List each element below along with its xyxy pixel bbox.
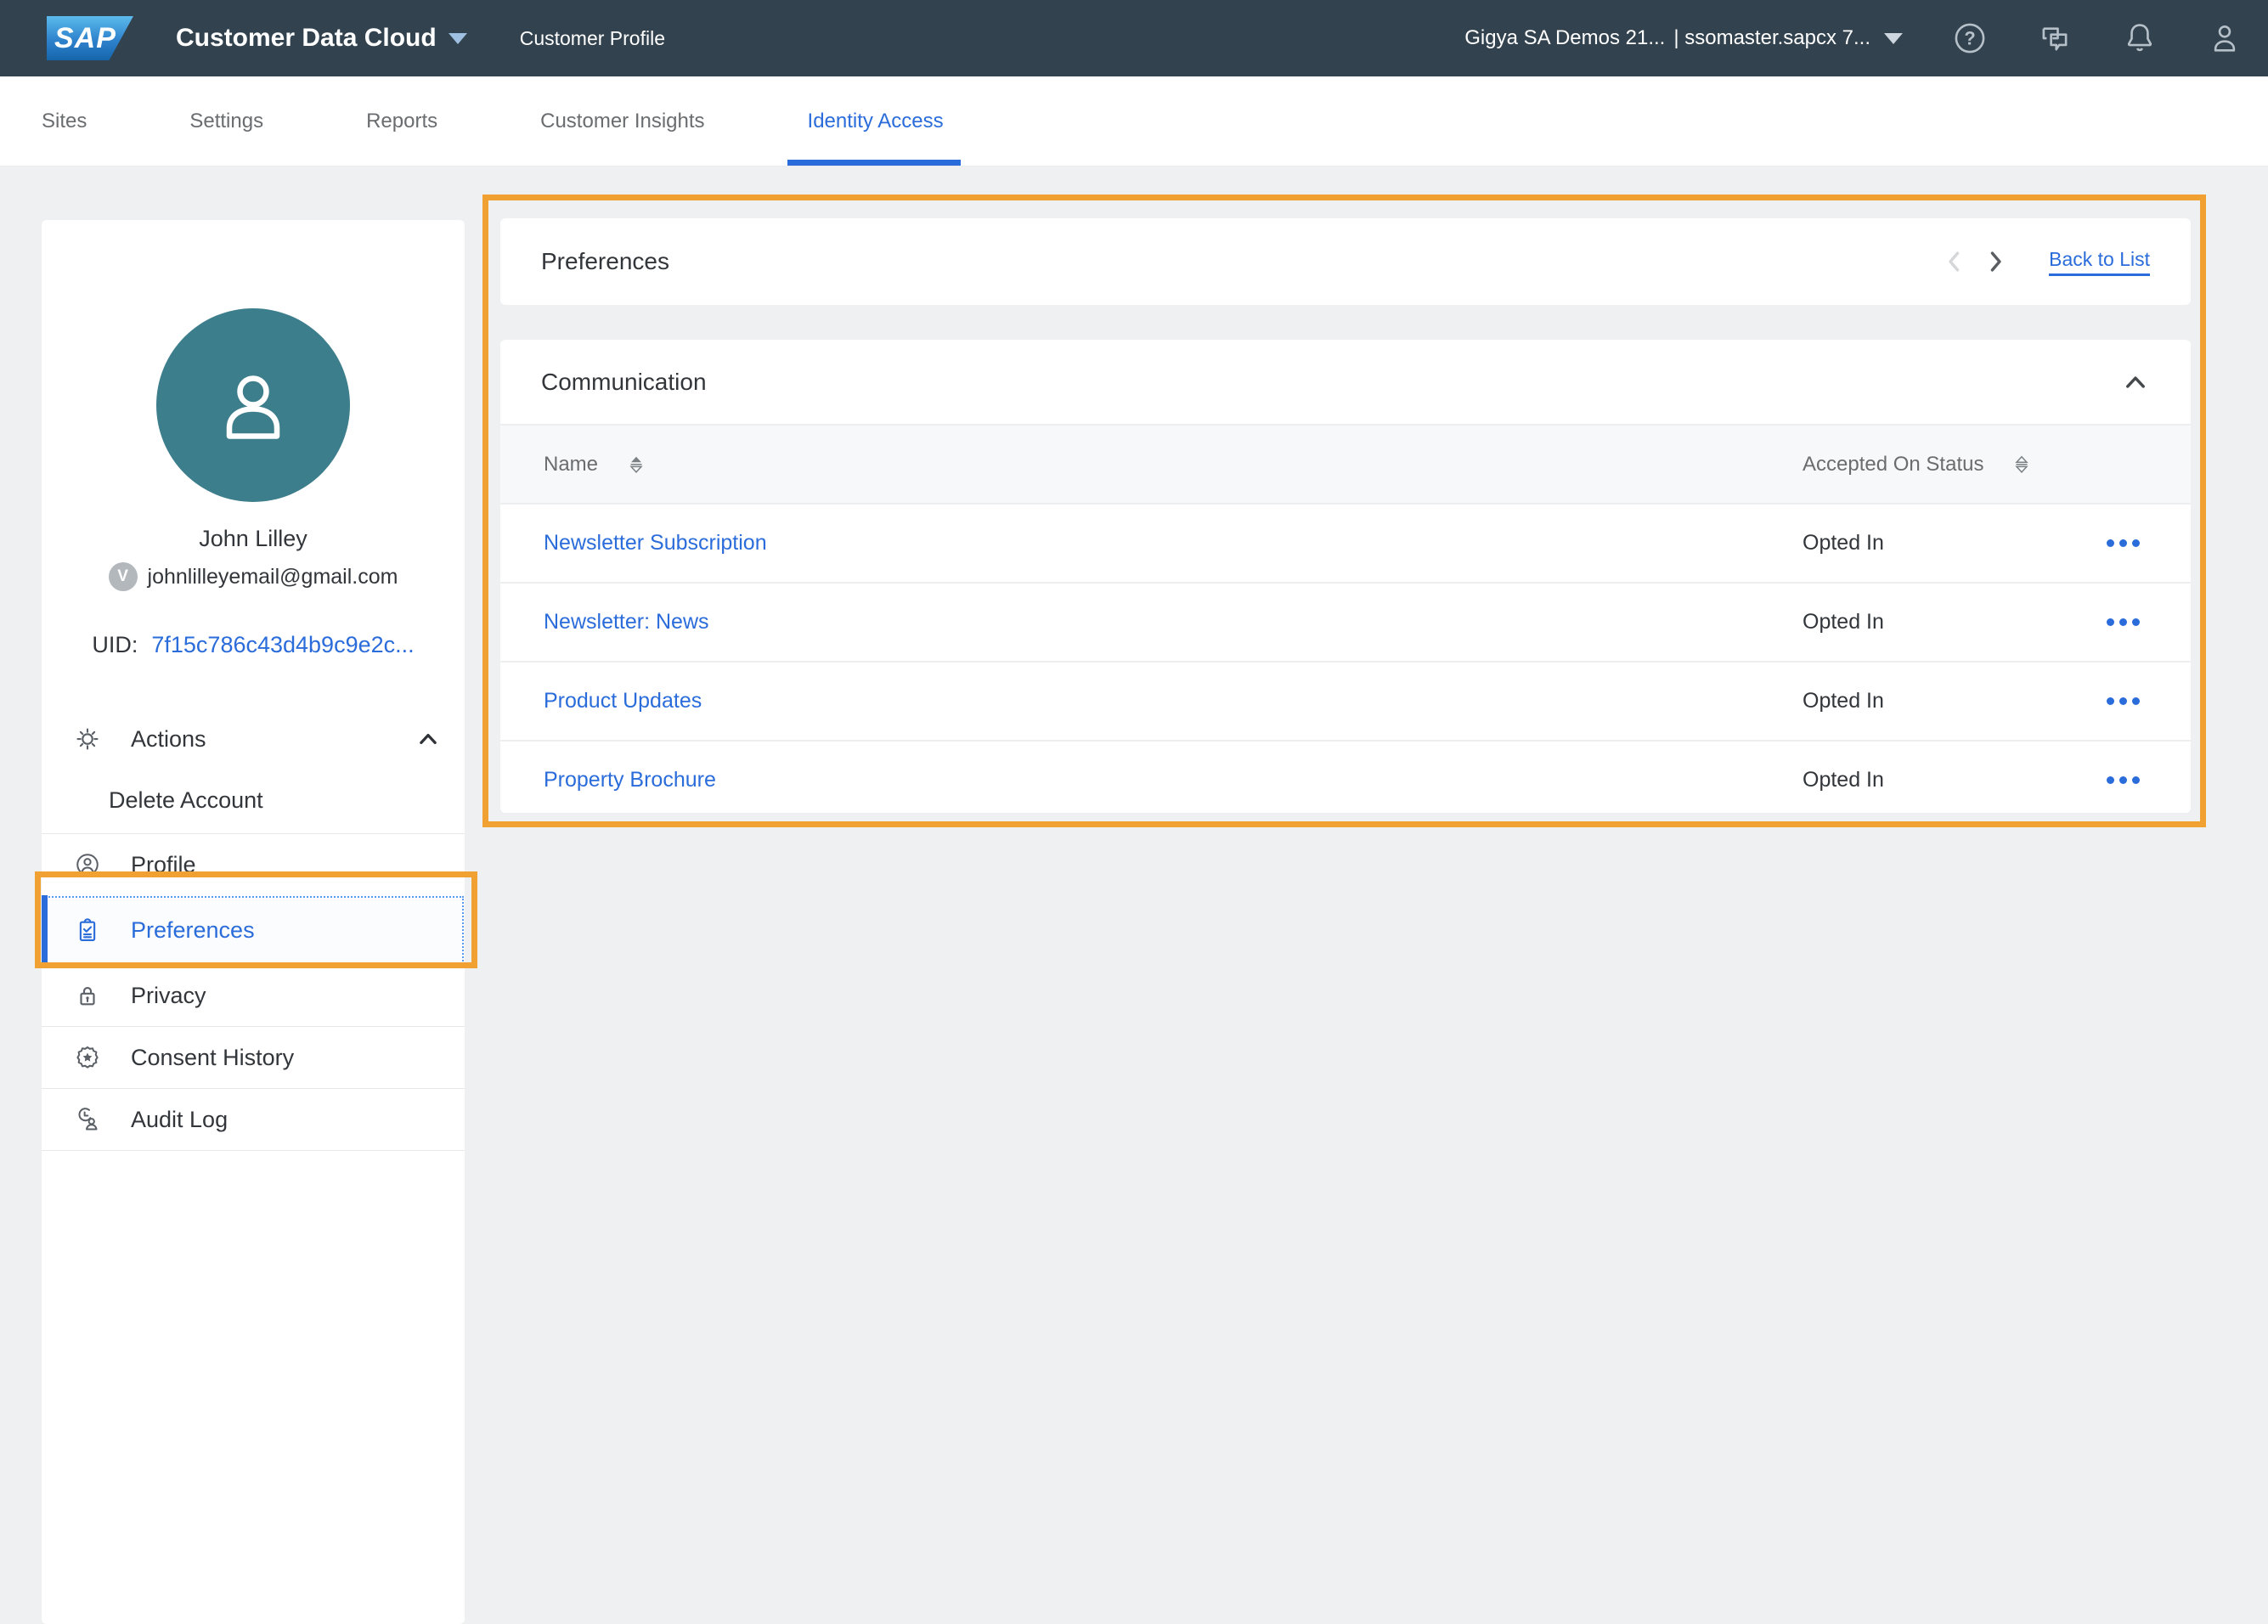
sap-logo-text: SAP bbox=[47, 22, 116, 55]
row-overflow-menu-button[interactable] bbox=[2098, 689, 2148, 713]
preference-link[interactable]: Product Updates bbox=[544, 689, 702, 713]
table-header-row: Name Accepted On Status bbox=[500, 424, 2191, 503]
row-overflow-menu-button[interactable] bbox=[2098, 610, 2148, 634]
table-row: Property Brochure Opted In bbox=[500, 740, 2191, 813]
privacy-label: Privacy bbox=[131, 983, 206, 1009]
communication-section: Communication Name Accepted On Status bbox=[500, 340, 2191, 813]
site-dropdown-caret-icon[interactable] bbox=[1884, 33, 1903, 44]
help-icon[interactable]: ? bbox=[1952, 20, 1988, 56]
status-value: Opted In bbox=[1803, 689, 1884, 713]
sidebar-item-consent-history[interactable]: Consent History bbox=[42, 1027, 465, 1088]
uid-row: UID: 7f15c786c43d4b9c9e2c... bbox=[42, 632, 465, 658]
table-row: Newsletter: News Opted In bbox=[500, 582, 2191, 661]
previous-record-chevron-icon[interactable] bbox=[1940, 247, 1969, 276]
preferences-panel-header: Preferences Back to List bbox=[500, 218, 2191, 305]
status-value: Opted In bbox=[1803, 610, 1884, 634]
person-icon bbox=[202, 354, 304, 456]
communication-header: Communication bbox=[500, 340, 2191, 424]
sidebar-item-profile[interactable]: Profile bbox=[42, 834, 465, 895]
feedback-chat-icon[interactable] bbox=[2037, 20, 2073, 56]
customer-sidebar: John Lilley V johnlilleyemail@gmail.com … bbox=[42, 220, 465, 1624]
user-name: John Lilley bbox=[42, 526, 465, 552]
column-header-status[interactable]: Accepted On Status bbox=[1803, 453, 1983, 476]
user-email-row: V johnlilleyemail@gmail.com bbox=[42, 562, 465, 591]
user-email: johnlilleyemail@gmail.com bbox=[148, 565, 398, 589]
preferences-clipboard-icon bbox=[75, 917, 100, 943]
column-header-name[interactable]: Name bbox=[544, 453, 598, 476]
panel-title: Preferences bbox=[541, 248, 669, 275]
account-name[interactable]: Gigya SA Demos 21... bbox=[1464, 26, 1665, 50]
sidebar-item-actions[interactable]: Actions bbox=[42, 711, 465, 767]
sidebar-item-privacy[interactable]: Privacy bbox=[42, 965, 465, 1026]
avatar bbox=[156, 308, 350, 502]
svg-text:?: ? bbox=[1964, 28, 1975, 49]
shell-topbar: SAP Customer Data Cloud Customer Profile… bbox=[0, 0, 2268, 76]
product-title: Customer Data Cloud bbox=[176, 24, 437, 53]
communication-collapse-chevron-up-icon[interactable] bbox=[2121, 368, 2150, 397]
uid-label: UID: bbox=[92, 632, 138, 658]
primary-tabbar: Sites Settings Reports Customer Insights… bbox=[0, 76, 2268, 166]
preferences-label: Preferences bbox=[131, 917, 255, 944]
table-row: Product Updates Opted In bbox=[500, 661, 2191, 740]
sidebar-item-audit-log[interactable]: Audit Log bbox=[42, 1089, 465, 1150]
audit-log-label: Audit Log bbox=[131, 1107, 228, 1133]
sap-logo[interactable]: SAP bbox=[47, 16, 133, 60]
verified-badge: V bbox=[109, 562, 138, 591]
sidebar-item-preferences[interactable]: Preferences bbox=[42, 895, 465, 965]
site-name[interactable]: | ssomaster.sapcx 7... bbox=[1673, 26, 1870, 50]
status-value: Opted In bbox=[1803, 768, 1884, 792]
tab-settings[interactable]: Settings bbox=[189, 76, 263, 166]
row-overflow-menu-button[interactable] bbox=[2098, 768, 2148, 792]
table-row: Newsletter Subscription Opted In bbox=[500, 503, 2191, 582]
next-record-chevron-icon[interactable] bbox=[1981, 247, 2010, 276]
preference-link[interactable]: Newsletter Subscription bbox=[544, 531, 767, 555]
preference-link[interactable]: Property Brochure bbox=[544, 768, 716, 792]
badge-star-icon bbox=[75, 1045, 100, 1070]
sidebar-menu: Actions Delete Account Profile bbox=[42, 711, 465, 1151]
product-dropdown-caret-icon[interactable] bbox=[449, 33, 467, 44]
row-overflow-menu-button[interactable] bbox=[2098, 531, 2148, 555]
profile-label: Profile bbox=[131, 852, 196, 878]
profile-person-circle-icon bbox=[75, 852, 100, 877]
tab-identity-access[interactable]: Identity Access bbox=[808, 76, 944, 166]
menu-separator bbox=[42, 1150, 465, 1151]
audit-log-person-clock-icon bbox=[75, 1107, 100, 1132]
back-to-list-link[interactable]: Back to List bbox=[2049, 248, 2150, 276]
shell-page-title: Customer Profile bbox=[520, 27, 665, 50]
actions-label: Actions bbox=[131, 726, 206, 753]
notifications-bell-icon[interactable] bbox=[2122, 20, 2158, 56]
gear-icon bbox=[75, 726, 100, 752]
tab-customer-insights[interactable]: Customer Insights bbox=[540, 76, 704, 166]
communication-title: Communication bbox=[541, 369, 707, 396]
status-value: Opted In bbox=[1803, 531, 1884, 555]
sort-ascending-icon[interactable] bbox=[625, 454, 647, 476]
tab-sites[interactable]: Sites bbox=[42, 76, 87, 166]
sort-none-icon[interactable] bbox=[2011, 454, 2033, 476]
actions-collapse-chevron-up-icon[interactable] bbox=[415, 726, 441, 752]
uid-value-link[interactable]: 7f15c786c43d4b9c9e2c... bbox=[151, 632, 414, 658]
tab-reports[interactable]: Reports bbox=[366, 76, 437, 166]
user-account-icon[interactable] bbox=[2207, 20, 2243, 56]
preference-link[interactable]: Newsletter: News bbox=[544, 610, 709, 634]
lock-icon bbox=[75, 983, 100, 1008]
consent-history-label: Consent History bbox=[131, 1045, 294, 1071]
delete-account-label: Delete Account bbox=[109, 787, 263, 814]
sidebar-item-delete-account[interactable]: Delete Account bbox=[42, 767, 465, 833]
